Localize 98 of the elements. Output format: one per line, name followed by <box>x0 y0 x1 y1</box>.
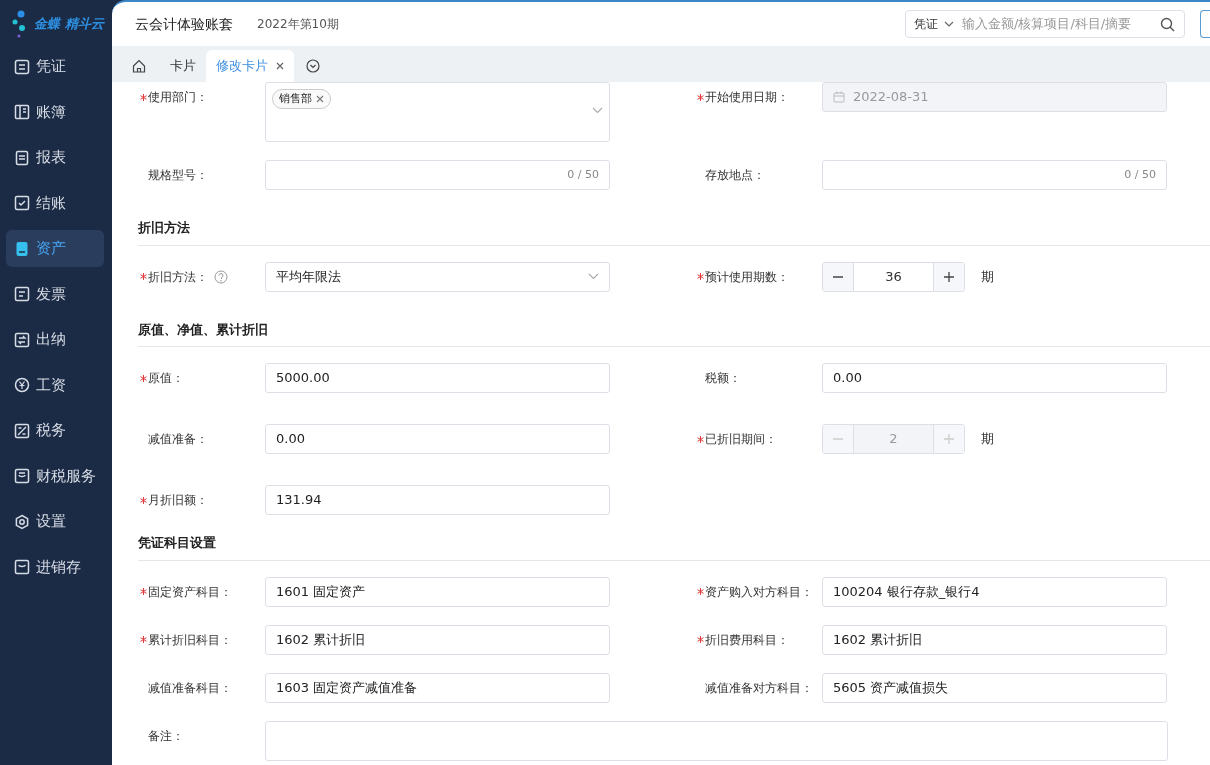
field-label: 已折旧期间： <box>705 431 777 448</box>
invoice-icon <box>14 286 30 302</box>
input-field[interactable]: 1603 固定资产减值准备 <box>265 672 610 703</box>
scope-dropdown[interactable]: 凭证 <box>914 15 954 33</box>
document-icon <box>14 58 30 75</box>
chevron-circle-icon[interactable] <box>306 59 320 73</box>
home-icon[interactable] <box>132 59 146 73</box>
field-label: 规格型号： <box>148 167 208 184</box>
tag-select-field[interactable]: 销售部 <box>265 82 610 142</box>
required-icon <box>140 588 147 595</box>
input-field[interactable]: 0.00 <box>265 424 610 454</box>
service-icon <box>14 468 30 484</box>
field-label: 折旧方法： <box>148 268 208 286</box>
inventory-icon <box>14 559 30 575</box>
section-title: 折旧方法 <box>138 208 1210 246</box>
header-button[interactable] <box>1200 10 1210 38</box>
required-icon <box>140 273 147 280</box>
required-icon <box>697 273 704 280</box>
sidebar-item[interactable]: 凭证 <box>6 48 104 85</box>
close-icon[interactable] <box>276 62 284 70</box>
yen-icon <box>14 377 30 393</box>
section-title: 凭证科目设置 <box>138 523 1210 561</box>
sidebar-item[interactable]: 进销存 <box>6 548 104 586</box>
required-icon <box>140 374 147 382</box>
field-label: 月折旧额： <box>148 492 208 509</box>
plus-icon <box>943 270 955 283</box>
minus-button[interactable] <box>823 262 854 291</box>
required-icon <box>140 93 147 101</box>
tag-chip: 销售部 <box>272 89 331 109</box>
input-field[interactable]: 131.94 <box>265 485 610 515</box>
field-label: 累计折旧科目： <box>148 631 232 649</box>
sidebar-item[interactable]: 税务 <box>6 412 104 449</box>
sidebar-item[interactable]: 发票 <box>6 275 104 313</box>
calendar-icon <box>833 91 845 103</box>
input-field[interactable]: 100204 银行存款_银行4 <box>822 576 1167 607</box>
chevron-down-icon <box>592 107 603 114</box>
sidebar-item[interactable]: 出纳 <box>6 321 104 358</box>
book-icon <box>14 104 30 120</box>
document-icon <box>14 240 30 257</box>
document-icon <box>14 149 30 166</box>
tab[interactable]: 卡片 <box>160 50 206 82</box>
field-label: 预计使用期数： <box>705 268 789 286</box>
input-field[interactable]: 5605 资产减值损失 <box>822 672 1167 703</box>
required-icon <box>140 496 147 504</box>
input-field[interactable]: 5000.00 <box>265 363 610 393</box>
plus-button[interactable] <box>933 262 964 291</box>
sidebar-item[interactable]: 财税服务 <box>6 457 104 495</box>
input-field[interactable]: 0 / 50 <box>822 160 1167 190</box>
field-label: 原值： <box>148 370 184 387</box>
field-label: 减值准备对方科目： <box>705 679 813 697</box>
required-icon <box>697 435 704 443</box>
character-counter: 0 / 50 <box>1124 166 1156 183</box>
sidebar-item[interactable]: 账簿 <box>6 93 104 131</box>
field-label: 资产购入对方科目： <box>705 583 813 601</box>
period-label: 2022年第10期 <box>257 16 339 33</box>
field-label: 存放地点： <box>705 167 765 184</box>
field-label: 开始使用日期： <box>705 89 789 106</box>
plus-icon <box>943 433 955 445</box>
input-field[interactable]: 1602 累计折旧 <box>265 624 610 655</box>
sidebar-item[interactable]: 设置 <box>6 503 104 540</box>
unit-label: 期 <box>981 267 994 286</box>
character-counter: 0 / 50 <box>567 166 599 183</box>
search-field[interactable]: 凭证 输入金额/核算项目/科目/摘要 <box>905 10 1185 38</box>
sidebar-item[interactable]: 工资 <box>6 366 104 404</box>
field-label: 减值准备科目： <box>148 679 232 697</box>
field-label: 减值准备： <box>148 431 208 448</box>
unit-label: 期 <box>981 430 994 449</box>
settings-icon <box>14 513 30 530</box>
tax-icon <box>14 422 30 439</box>
input-field[interactable]: 1601 固定资产 <box>265 576 610 607</box>
sidebar-item[interactable]: 报表 <box>6 139 104 176</box>
chevron-down-icon <box>588 273 599 280</box>
field-label: 使用部门： <box>148 89 208 106</box>
section-title: 原值、净值、累计折旧 <box>138 309 1210 347</box>
logo-text: 金蝶 精斗云 <box>34 15 104 34</box>
checklist-icon <box>14 195 30 211</box>
remark-field[interactable] <box>265 720 1168 761</box>
tab[interactable]: 修改卡片 <box>206 50 294 82</box>
required-icon <box>140 636 147 643</box>
field-label: 备注： <box>148 727 184 745</box>
required-icon <box>697 588 704 595</box>
required-icon <box>697 636 704 643</box>
sidebar-item[interactable]: 资产 <box>6 230 104 267</box>
field-label: 固定资产科目： <box>148 583 232 601</box>
chevron-down-icon <box>944 21 954 27</box>
exchange-icon <box>14 331 30 348</box>
field-label: 折旧费用科目： <box>705 631 789 649</box>
search-icon[interactable] <box>1160 16 1175 32</box>
input-field[interactable]: 0 / 50 <box>265 160 610 190</box>
required-icon <box>697 93 704 101</box>
number-stepper[interactable]: 36 <box>822 261 965 292</box>
select-field[interactable]: 平均年限法 <box>265 261 610 292</box>
input-field[interactable]: 0.00 <box>822 363 1167 393</box>
account-title: 云会计体验账套 <box>135 14 233 34</box>
close-icon[interactable] <box>316 95 324 103</box>
field-label: 税额： <box>705 370 741 387</box>
sidebar-item[interactable]: 结账 <box>6 184 104 222</box>
input-field[interactable]: 1602 累计折旧 <box>822 624 1167 655</box>
